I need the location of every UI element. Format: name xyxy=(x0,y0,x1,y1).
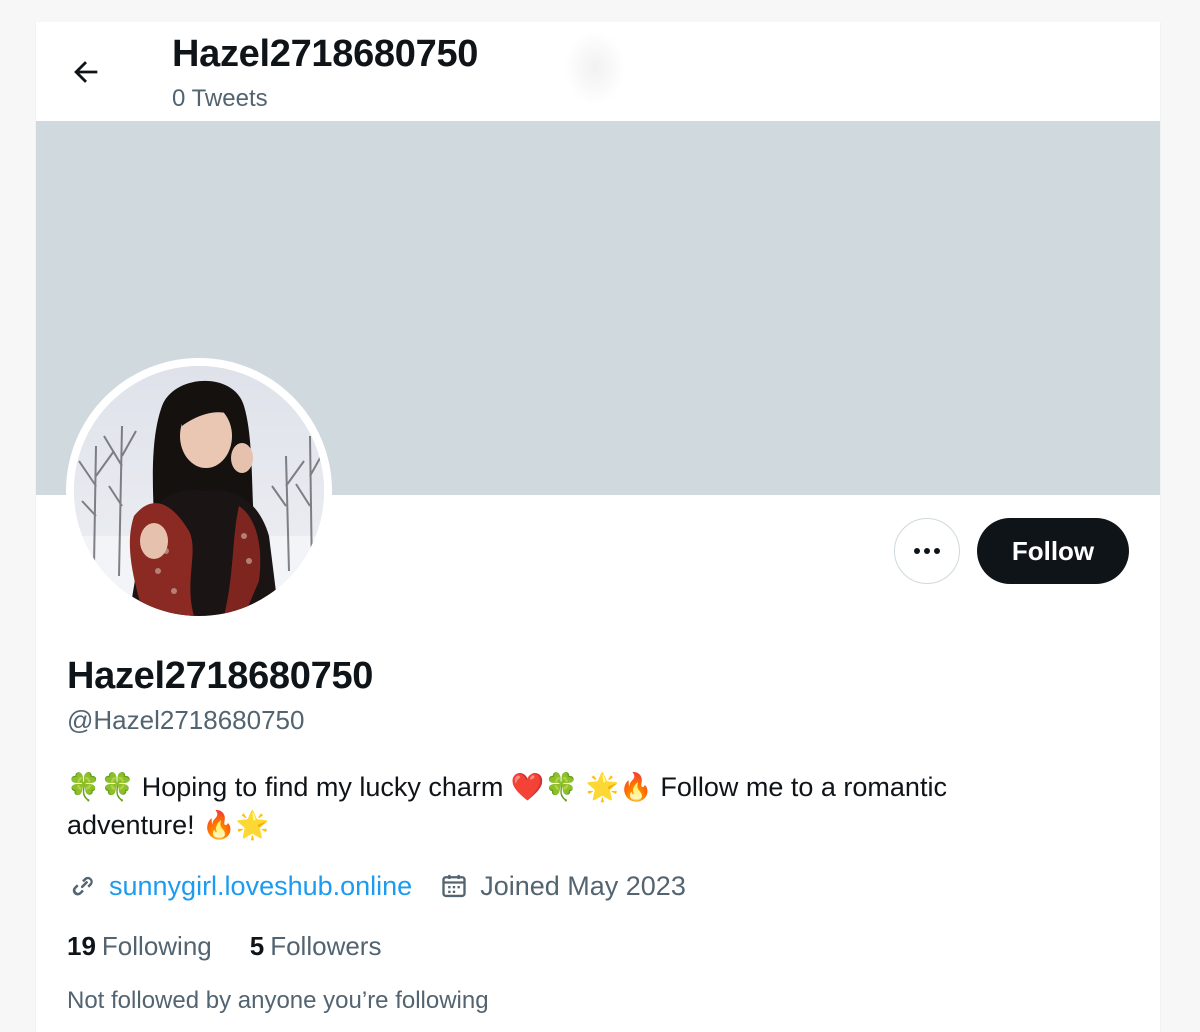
joined-item: Joined May 2023 xyxy=(438,870,686,902)
header-faded-avatar xyxy=(564,30,626,106)
profile-header: Hazel2718680750 0 Tweets xyxy=(36,22,1160,121)
calendar-icon xyxy=(438,870,470,902)
bio-line-1: 🍀🍀 Hoping to find my lucky charm ❤️🍀 🌟🔥 … xyxy=(67,772,947,802)
user-handle: @Hazel2718680750 xyxy=(67,705,305,735)
mutual-followers-note: Not followed by anyone you’re following xyxy=(67,987,489,1014)
following-count: 19 xyxy=(67,931,96,961)
bio-line-2: adventure! 🔥🌟 xyxy=(67,810,270,840)
header-title: Hazel2718680750 xyxy=(172,33,479,75)
avatar[interactable] xyxy=(74,366,324,616)
joined-date: Joined May 2023 xyxy=(480,870,686,901)
more-horizontal-icon xyxy=(914,548,940,554)
followers-count: 5 xyxy=(249,931,265,961)
back-button[interactable] xyxy=(62,48,110,96)
follow-stats: 19 Following 5 Followers xyxy=(67,930,419,962)
website-item: sunnygirl.loveshub.online xyxy=(67,870,412,902)
profile-bio: 🍀🍀 Hoping to find my lucky charm ❤️🍀 🌟🔥 … xyxy=(67,768,1067,844)
avatar-photo xyxy=(74,366,324,616)
link-icon xyxy=(67,870,99,902)
profile-meta: sunnygirl.loveshub.online Joined May 202… xyxy=(67,868,712,904)
more-options-button[interactable] xyxy=(894,518,960,584)
following-label: Following xyxy=(101,931,212,961)
profile-column: Hazel2718680750 0 Tweets Follow Hazel271… xyxy=(35,22,1161,1032)
browser-top-strip xyxy=(0,0,1200,22)
followers-label: Followers xyxy=(270,931,382,961)
follow-button[interactable]: Follow xyxy=(977,518,1129,584)
tweet-count: 0 Tweets xyxy=(172,85,268,112)
following-link[interactable]: 19 Following xyxy=(67,930,212,962)
website-link[interactable]: sunnygirl.loveshub.online xyxy=(109,871,412,902)
display-name: Hazel2718680750 xyxy=(67,655,374,697)
arrow-left-icon xyxy=(74,61,98,83)
followers-link[interactable]: 5 Followers xyxy=(250,930,382,962)
